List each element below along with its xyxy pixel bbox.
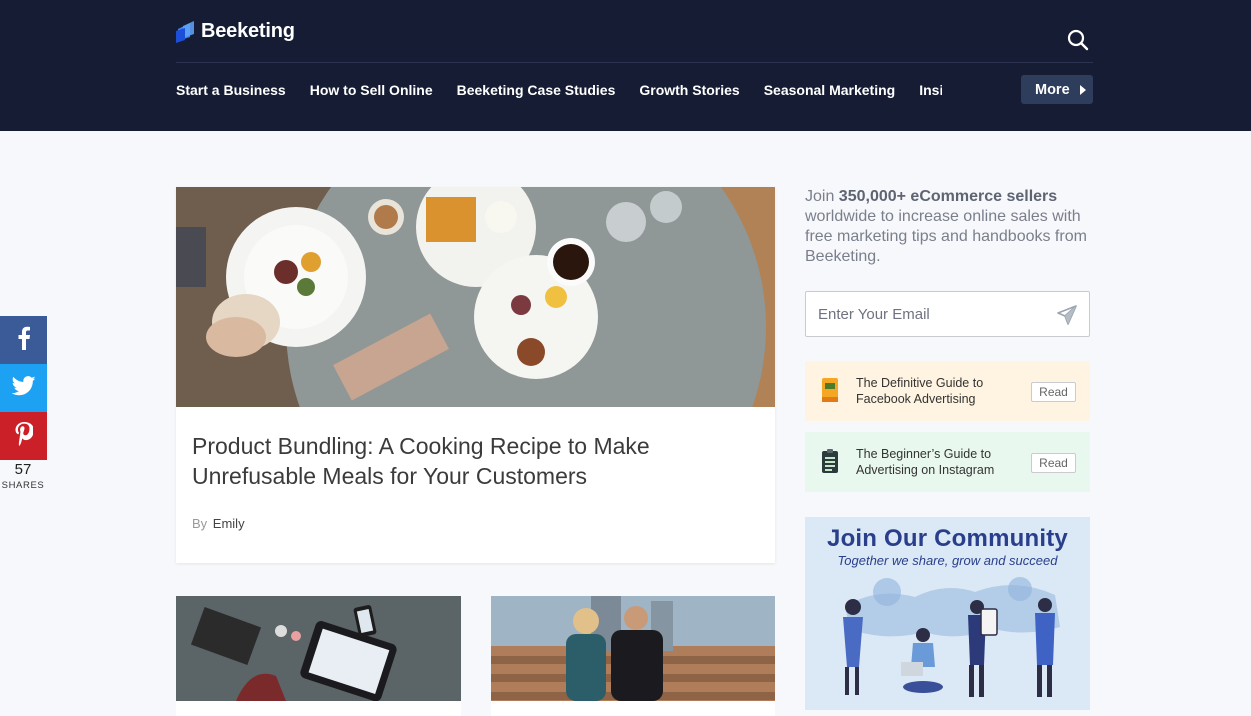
article-card-left[interactable]: [176, 596, 461, 716]
article-card-right[interactable]: [491, 596, 775, 716]
featured-article-title[interactable]: Product Bundling: A Cooking Recipe to Ma…: [192, 431, 752, 491]
article-byline: By Emily: [192, 516, 245, 531]
article-image-couple[interactable]: [491, 596, 775, 701]
share-count-number: 57: [14, 461, 32, 478]
nav-growth-stories[interactable]: Growth Stories: [639, 76, 739, 104]
featured-article-card[interactable]: Product Bundling: A Cooking Recipe to Ma…: [176, 187, 775, 563]
beeketing-logo-icon: [176, 20, 195, 43]
email-input[interactable]: [806, 292, 1046, 336]
community-title: Join Our Community: [827, 525, 1068, 552]
facebook-share-button[interactable]: [0, 316, 47, 364]
search-icon[interactable]: [1067, 29, 1089, 51]
share-bar: [0, 316, 47, 460]
site-header: Beeketing Start a Business How to Sell On…: [0, 0, 1251, 131]
caret-right-icon: [1079, 84, 1086, 95]
intro-highlight: 350,000+ eCommerce sellers: [838, 188, 1058, 205]
facebook-icon: [17, 326, 31, 355]
twitter-share-button[interactable]: [0, 364, 47, 412]
pinterest-share-button[interactable]: [0, 412, 47, 460]
guide-title: The Definitive Guide to Facebook Adverti…: [856, 376, 984, 406]
author-name[interactable]: Emily: [213, 516, 245, 531]
nav-insid[interactable]: Insid: [919, 76, 942, 104]
article-image-tablet[interactable]: [176, 596, 461, 701]
guide-facebook-advertising[interactable]: The Definitive Guide to Facebook Adverti…: [805, 361, 1090, 421]
email-signup-form: [805, 291, 1090, 337]
read-button[interactable]: Read: [1031, 382, 1076, 402]
nav-case-studies[interactable]: Beeketing Case Studies: [457, 76, 616, 104]
pinterest-icon: [15, 421, 34, 451]
header-divider: [176, 62, 1093, 63]
intro-prefix: Join: [805, 188, 839, 205]
featured-article-image[interactable]: [176, 187, 775, 407]
twitter-icon: [11, 375, 36, 401]
nav-how-to-sell-online[interactable]: How to Sell Online: [310, 76, 433, 104]
nav-seasonal-marketing[interactable]: Seasonal Marketing: [764, 76, 896, 104]
guide-instagram-advertising[interactable]: The Beginner’s Guide to Advertising on I…: [805, 432, 1090, 492]
more-label: More: [1035, 81, 1070, 98]
byline-label: By: [192, 516, 208, 531]
community-subtitle: Together we share, grow and succeed: [837, 553, 1058, 568]
brand-name: Beeketing: [201, 20, 295, 42]
share-count: 57 SHARES: [0, 460, 46, 492]
checklist-icon: [821, 448, 839, 474]
send-icon[interactable]: [1057, 305, 1077, 325]
community-banner[interactable]: Join Our Community Together we share, gr…: [805, 517, 1090, 710]
guide-title: The Beginner’s Guide to Advertising on I…: [856, 447, 995, 477]
newsletter-intro: Join 350,000+ eCommerce sellers worldwid…: [805, 187, 1095, 267]
nav-start-a-business[interactable]: Start a Business: [176, 76, 286, 104]
read-button[interactable]: Read: [1031, 453, 1076, 473]
more-button[interactable]: More: [1021, 75, 1093, 104]
intro-rest: worldwide to increase online sales with …: [805, 208, 1087, 265]
main-nav: Start a Business How to Sell Online Beeket…: [176, 76, 942, 104]
share-count-label: SHARES: [1, 480, 45, 491]
brand-logo[interactable]: Beeketing: [176, 20, 295, 43]
book-icon: [821, 377, 839, 403]
